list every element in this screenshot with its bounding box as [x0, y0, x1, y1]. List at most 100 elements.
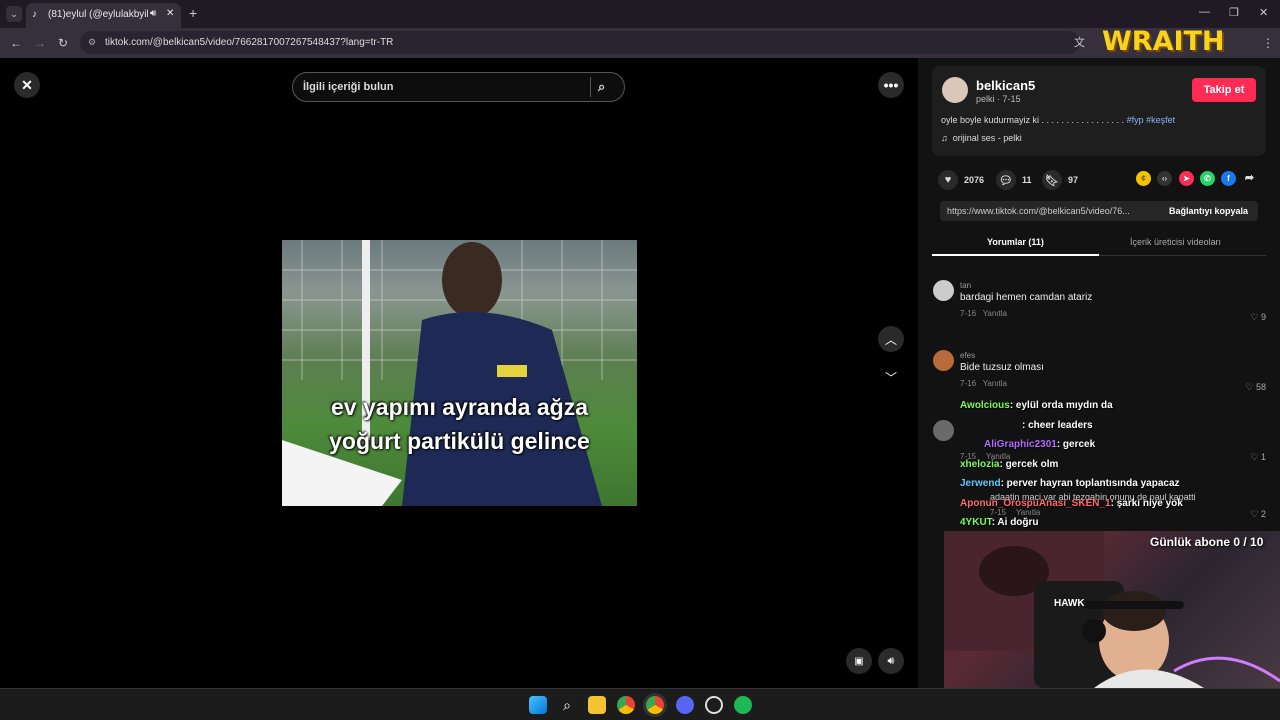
copy-link-button[interactable]: Bağlantıyı kopyala [1169, 201, 1248, 221]
chat-message: : cheer leaders [960, 416, 1280, 436]
browser-tab-active[interactable]: ♪ (81)eylul (@eylulakbyik) | TikTok 🔊︎ ✕ [26, 3, 181, 28]
chat-message: xhelozia: gercek olm [960, 455, 1280, 475]
tab-list-chevron-icon[interactable]: ⌄ [6, 6, 22, 22]
translate-icon[interactable]: 文 [1074, 35, 1085, 51]
caption-line-1: ev yapımı ayranda ağza [331, 394, 588, 420]
whatsapp-icon[interactable]: ✆ [1200, 171, 1215, 186]
discord-icon[interactable] [676, 696, 694, 714]
hashtags[interactable]: #fyp #keşfet [1127, 115, 1176, 125]
file-explorer-icon[interactable] [588, 696, 606, 714]
search-divider [590, 77, 591, 97]
pip-button[interactable]: ▣ [846, 648, 872, 674]
browser-toolbar: ← → ↻ ⚙ tiktok.com/@belkican5/video/7662… [0, 28, 1280, 58]
follow-button[interactable]: Takip et [1192, 78, 1256, 102]
menu-kebab-icon[interactable]: ⋮ [1262, 35, 1274, 51]
browser-tabbar: ⌄ ♪ (81)eylul (@eylulakbyik) | TikTok 🔊︎… [0, 0, 1280, 28]
comment-tabs: Yorumlar (11) İçerik üreticisi videoları [932, 232, 1266, 256]
reply-button[interactable]: Yanıtla [983, 379, 1007, 388]
video-frame: ev yapımı ayranda ağza yoğurt partikülü … [282, 240, 637, 506]
search-icon[interactable]: ⌕ [598, 73, 605, 101]
search-input[interactable]: İlgili içeriği bulun ⌕ [292, 72, 625, 102]
more-options-button[interactable]: ••• [878, 72, 904, 98]
comment-stat[interactable]: 💬︎ 11 [996, 170, 1032, 190]
chat-text: : perver hayran toplantısında yapacaz [1000, 478, 1180, 489]
chat-message: 4YKUT: Ai doğru [960, 513, 1280, 533]
chat-text: : gercek olm [999, 458, 1059, 470]
minimize-button[interactable]: — [1199, 6, 1210, 18]
sub-goal-counter: Günlük abone 0 / 10 [1150, 535, 1264, 549]
site-info-icon[interactable]: ⚙ [88, 31, 96, 54]
comment-username[interactable]: efes [960, 351, 1260, 360]
comment-icon: 💬︎ [996, 170, 1016, 190]
reload-icon[interactable]: ↻ [58, 35, 68, 51]
spotify-icon[interactable] [734, 696, 752, 714]
wraith-overlay-logo: WRAITH [1102, 26, 1225, 57]
comment-avatar[interactable] [933, 350, 954, 371]
previous-video-button[interactable]: ︿ [878, 326, 904, 352]
maximize-button[interactable]: ❐ [1229, 6, 1239, 19]
author-username[interactable]: belkican5 [976, 78, 1035, 93]
tab-audio-icon[interactable]: 🔊︎ [150, 8, 156, 19]
share-arrow-icon[interactable]: ➦ [1242, 171, 1257, 186]
comment-like[interactable]: ♡ 58 [1245, 382, 1266, 393]
window-close-button[interactable]: ✕ [1259, 6, 1268, 19]
new-tab-button[interactable]: + [189, 5, 197, 21]
volume-button[interactable]: 🔊︎ [878, 648, 904, 674]
tiktok-favicon-icon: ♪ [32, 9, 37, 20]
comment-like[interactable]: ♡ 9 [1250, 312, 1266, 323]
chrome-active-icon[interactable] [646, 696, 664, 714]
chat-user: Jerwend [960, 478, 1001, 489]
save-stat[interactable]: 🔖︎ 97 [1042, 170, 1078, 190]
chevron-up-icon: ︿ [884, 332, 897, 347]
comment-item: tan bardagi hemen camdan atariz 7-16 Yan… [932, 280, 1266, 330]
goal-net-graphic [282, 240, 637, 506]
facebook-icon[interactable]: f [1221, 171, 1236, 186]
author-avatar[interactable] [942, 77, 968, 103]
chat-message: AliGraphic2301: gercek [960, 435, 1280, 455]
video-caption: ev yapımı ayranda ağza yoğurt partikülü … [282, 390, 637, 458]
embed-icon[interactable]: ‹› [1157, 171, 1172, 186]
app-icon[interactable] [705, 696, 723, 714]
comment-item: efes Bide tuzsuz olması 7-16 Yanıtla ♡ 5… [932, 350, 1266, 400]
address-bar[interactable]: ⚙ tiktok.com/@belkican5/video/7662817007… [80, 31, 1080, 54]
close-video-button[interactable]: ✕ [14, 72, 40, 98]
save-count: 97 [1068, 175, 1079, 185]
tab-close-icon[interactable]: ✕ [166, 8, 174, 19]
like-count: 2076 [964, 175, 985, 185]
comment-username[interactable]: tan [960, 281, 1260, 290]
reply-button[interactable]: Yanıtla [983, 309, 1007, 318]
chat-text: : şarkı niye yok [1110, 497, 1183, 509]
tab-creator-videos[interactable]: İçerik üreticisi videoları [1130, 237, 1221, 247]
chat-user: xhelozia [960, 458, 1000, 470]
description-text: oyle boyle kudurmayiz ki . . . . . . . .… [941, 115, 1125, 125]
stream-chat-overlay: Awolcious: eylül orda mıydın da : cheer … [960, 396, 1280, 533]
send-share-icon[interactable]: ➤ [1179, 171, 1194, 186]
back-arrow-icon[interactable]: ← [10, 35, 22, 51]
next-video-button[interactable]: ﹀ [878, 364, 904, 390]
tab-title: (81)eylul (@eylulakbyik) | TikTok [48, 9, 148, 20]
caption-line-2: yoğurt partikülü gelince [329, 428, 590, 454]
sound-name: orijinal ses - pelki [952, 133, 1022, 143]
like-stat[interactable]: ♥ 2076 [938, 170, 984, 190]
chat-text: : Ai doğru [991, 517, 1039, 528]
chevron-down-icon: ﹀ [884, 370, 897, 385]
comment-text: Bide tuzsuz olması [960, 362, 1044, 373]
windows-start-icon[interactable] [529, 696, 547, 714]
chat-text: : eylül orda mıydın da [1009, 400, 1113, 411]
comment-avatar[interactable] [933, 420, 954, 441]
tab-comments[interactable]: Yorumlar (11) [987, 237, 1044, 247]
comment-count: 11 [1022, 175, 1032, 185]
chat-user: Aponun_OrospuAnası_SKEN_1 [960, 497, 1111, 509]
comment-avatar[interactable] [933, 280, 954, 301]
coin-share-icon[interactable]: ¢ [1136, 171, 1151, 186]
pip-icon: ▣ [854, 655, 864, 667]
streamer-webcam: HAWK [944, 531, 1280, 688]
comment-date: 7-16 [960, 379, 977, 388]
forward-arrow-icon[interactable]: → [34, 35, 46, 51]
search-icon[interactable]: ⌕ [558, 696, 576, 714]
author-meta: pelki · 7-15 [976, 94, 1021, 104]
heart-icon: ♥ [938, 170, 958, 190]
sound-row[interactable]: ♫ orijinal ses - pelki [941, 133, 1022, 143]
chat-user: 4YKUT [960, 517, 992, 528]
chrome-icon[interactable] [617, 696, 635, 714]
